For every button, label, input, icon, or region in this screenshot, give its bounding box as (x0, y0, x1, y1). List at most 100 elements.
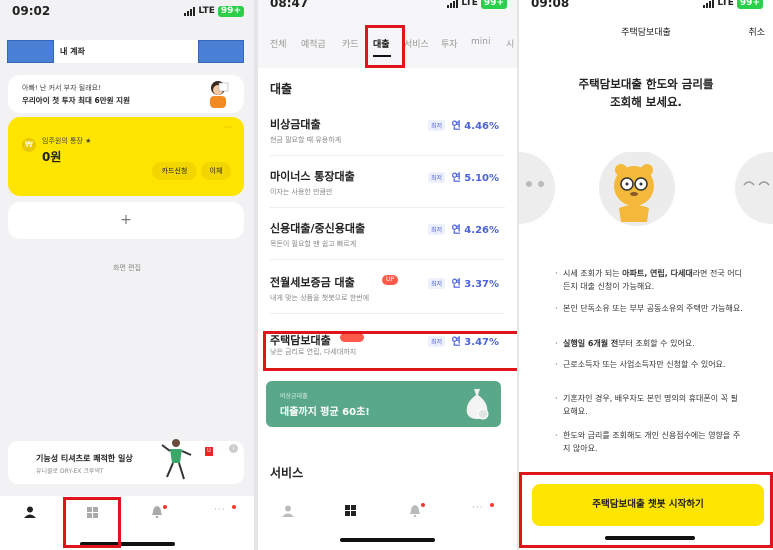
bullet-bold: 실행일 6개월 전 (563, 339, 619, 348)
tab-savings[interactable]: 예적금 (301, 37, 326, 50)
tab-mini[interactable]: mini (471, 37, 490, 47)
characters-illustration-icon (519, 152, 773, 226)
status-right: LTE 99+ (184, 5, 244, 17)
min-rate-badge: 최저 (427, 278, 445, 289)
tab-service[interactable]: 서비스 (404, 37, 429, 50)
banner-headline: 대출까지 평균 60초! (280, 407, 370, 418)
promo-line1: 아빠! 난 커서 부자 될래요! (22, 84, 101, 92)
redaction-box (198, 40, 244, 63)
headline-line2: 조회해 보세요. (610, 95, 682, 109)
tab-all[interactable]: 전체 (270, 37, 287, 50)
add-account-button[interactable]: + (8, 202, 244, 239)
grid-icon[interactable] (345, 505, 356, 516)
bell-icon[interactable] (152, 506, 162, 518)
section-title-loan: 대출 (270, 82, 293, 96)
mortgage-intro-screen: 09:08 LTE 99+ 주택담보대출 취소 주택담보대출 한도와 금리를 조… (519, 0, 773, 550)
info-bullet: 근로소득자 또는 사업소득자만 신청할 수 있어요. (555, 358, 743, 371)
loan-title: 신용대출/중신용대출 (270, 222, 366, 235)
signal-icon (184, 6, 196, 16)
person-icon[interactable] (282, 505, 294, 517)
loan-item[interactable]: 전월세보증금 대출 UP 내게 맞는 상품을 챗봇으로 한번에 최저 연 3.3… (270, 264, 505, 314)
loan-rate: 연 4.46% (451, 121, 499, 132)
bullet-text: 근로소득자 또는 사업소득자만 신청할 수 있어요. (563, 360, 726, 369)
money-bag-icon (466, 389, 489, 420)
redaction-box (7, 40, 54, 63)
bullet-text: 부터 조회할 수 있어요. (618, 339, 695, 348)
loan-rate: 연 4.26% (451, 225, 499, 236)
battery-badge: 99+ (217, 5, 244, 17)
bullet-text: 한도와 금리를 조회해도 개인 신용점수에는 영향을 주지 않아요. (563, 431, 741, 453)
banner-small-text: 비상금대출 (280, 393, 308, 400)
network-label: LTE (461, 0, 478, 8)
highlight-box-cta (519, 472, 773, 548)
loan-subtitle: 현금 필요할 때 유용하게 (270, 136, 342, 144)
promo-card[interactable]: 아빠! 난 커서 부자 될래요! 우리아이 첫 투자 최대 6만원 지원 (8, 75, 244, 113)
loan-title: 전월세보증금 대출 (270, 276, 355, 289)
account-card[interactable]: ₩ 임주원의 통장 ★ 0원 ··· 카드신청 이체 (8, 117, 244, 196)
bullet-text: 본인 단독소유 또는 부부 공동소유의 주택만 가능해요. (563, 304, 743, 313)
cancel-button[interactable]: 취소 (748, 25, 765, 38)
section-title-services: 서비스 (270, 466, 304, 480)
ad-title: 기능성 티셔츠로 쾌적한 일상 (36, 454, 133, 463)
min-rate-badge: 최저 (427, 224, 445, 235)
transfer-button[interactable]: 이체 (201, 162, 231, 180)
more-icon[interactable]: ··· (224, 123, 232, 132)
loan-title: 마이너스 통장대출 (270, 170, 355, 183)
headline-line1: 주택담보대출 한도와 금리를 (578, 77, 714, 91)
quick-loan-banner[interactable]: 비상금대출 대출까지 평균 60초! (266, 381, 501, 427)
more-menu-icon[interactable]: ··· (214, 505, 226, 515)
loan-rate: 연 3.37% (451, 279, 499, 290)
highlight-box-loan-tab (365, 25, 405, 68)
signal-icon (703, 0, 715, 8)
info-bullet: 본인 단독소유 또는 부부 공동소유의 주택만 가능해요. (555, 302, 743, 315)
info-bullet: 실행일 6개월 전부터 조회할 수 있어요. (555, 337, 743, 350)
brand-logo-icon: U (205, 447, 213, 456)
loan-item[interactable]: 마이너스 통장대출 이자는 사용한 만큼만 최저 연 5.10% (270, 158, 505, 208)
page-title: 주택담보대출 (621, 28, 671, 38)
min-rate-badge: 최저 (427, 172, 445, 183)
promo-line2: 우리아이 첫 투자 최대 6만원 지원 (22, 96, 130, 105)
loan-subtitle: 목돈이 필요할 땐 쉽고 빠르게 (270, 240, 357, 248)
edit-screen-link[interactable]: 화면 편집 (0, 263, 254, 273)
info-bullet: 기혼자인 경우, 배우자도 본인 명의의 휴대폰이 꼭 필요해요. (555, 392, 743, 418)
network-label: LTE (198, 6, 215, 16)
home-screen: 09:02 LTE 99+ 내 계좌 아빠! 난 커서 부자 될래요! 우리아이… (0, 0, 254, 550)
bottom-nav: ··· (0, 496, 254, 550)
info-icon[interactable]: i (229, 444, 238, 453)
loan-item[interactable]: 비상금대출 현금 필요할 때 유용하게 최저 연 4.46% (270, 106, 505, 156)
card-apply-button[interactable]: 카드신청 (152, 162, 197, 180)
info-bullet: 시세 조회가 되는 아파트, 연립, 다세대라면 전국 어디든지 대출 신청이 … (555, 267, 743, 293)
status-right: LTE 99+ (703, 0, 763, 9)
up-tag: UP (382, 275, 399, 285)
my-account-header[interactable]: 내 계좌 (54, 40, 198, 63)
more-menu-icon[interactable]: ··· (472, 503, 484, 513)
notification-dot (232, 505, 236, 509)
ad-banner[interactable]: 기능성 티셔츠로 쾌적한 일상 유니클로 DRY-EX 크루넥T U i (8, 439, 244, 484)
signal-icon (447, 0, 459, 8)
runner-illustration-icon (161, 439, 192, 480)
bullet-text: 시세 조회가 되는 (563, 269, 623, 278)
highlight-box-mortgage (263, 331, 517, 371)
account-name: 임주원의 통장 ★ (42, 137, 92, 145)
loan-rate: 연 5.10% (451, 173, 499, 184)
loan-item[interactable]: 신용대출/중신용대출 목돈이 필요할 땐 쉽고 빠르게 최저 연 4.26% (270, 210, 505, 260)
tab-more[interactable]: 시 (506, 37, 514, 50)
kid-illustration-icon (210, 81, 229, 108)
bullet-text: 기혼자인 경우, 배우자도 본인 명의의 휴대폰이 꼭 필요해요. (563, 394, 738, 416)
person-icon[interactable] (24, 506, 36, 518)
notification-dot (163, 505, 167, 509)
notification-dot (490, 503, 494, 507)
bell-icon[interactable] (410, 505, 420, 517)
network-label: LTE (717, 0, 734, 8)
home-indicator (340, 538, 435, 542)
account-balance: 0원 (42, 150, 62, 164)
status-bar: 09:02 LTE 99+ (0, 0, 254, 22)
bank-logo-icon: ₩ (22, 138, 36, 152)
status-time: 08:47 (270, 0, 309, 10)
tab-card[interactable]: 카드 (342, 37, 359, 50)
products-screen: 08:47 LTE 99+ 전체 예적금 카드 대출 서비스 투자 mini 시… (258, 0, 517, 550)
info-bullet: 한도와 금리를 조회해도 개인 신용점수에는 영향을 주지 않아요. (555, 429, 743, 455)
bullet-bold: 아파트, 연립, 다세대 (622, 269, 693, 278)
tab-invest[interactable]: 투자 (441, 37, 458, 50)
notification-dot (421, 503, 425, 507)
